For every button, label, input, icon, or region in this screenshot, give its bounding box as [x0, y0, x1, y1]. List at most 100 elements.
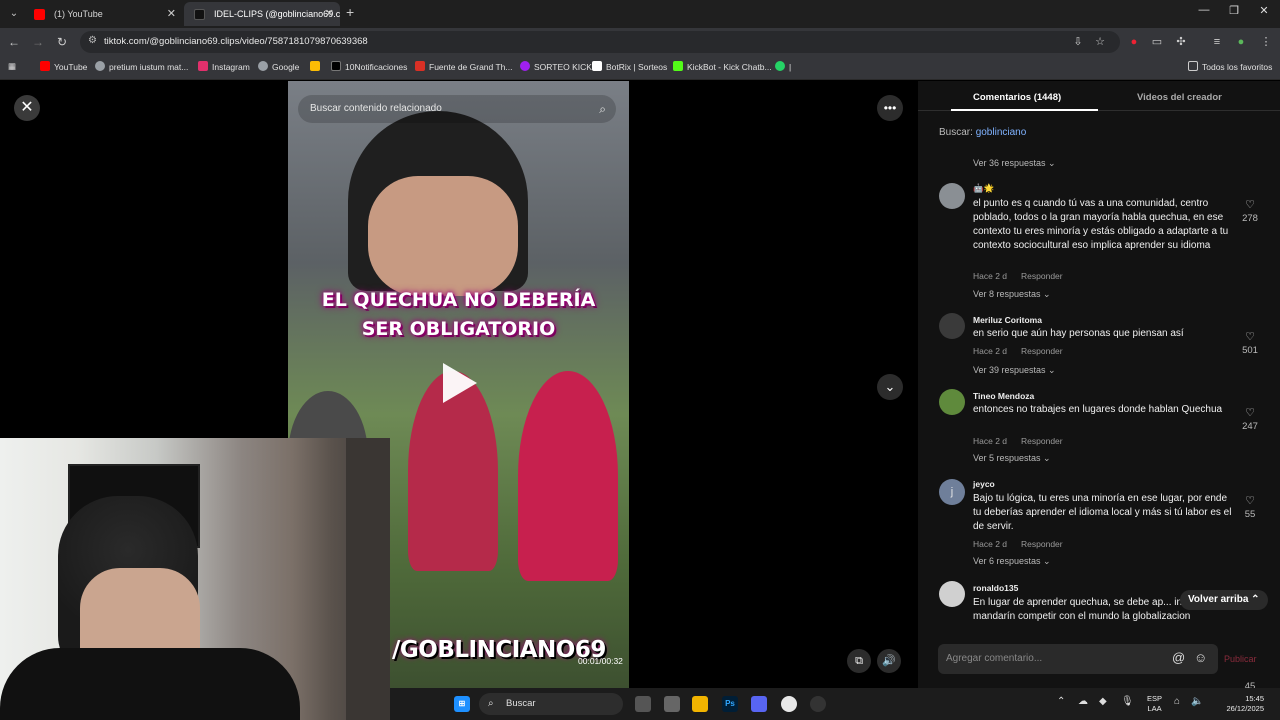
site-info-icon[interactable]: ⚙: [88, 35, 97, 46]
play-icon[interactable]: [443, 363, 477, 403]
comment-username[interactable]: Tineo Mendoza: [973, 391, 1034, 401]
address-bar[interactable]: ⚙ tiktok.com/@goblinciano69.clips/video/…: [80, 31, 1120, 53]
tray-overflow-icon[interactable]: ⌃: [1057, 696, 1065, 707]
view-replies-link[interactable]: Ver 6 respuestas ⌄: [973, 556, 1051, 567]
obs-icon[interactable]: [810, 696, 826, 712]
back-to-top-button[interactable]: Volver arriba ⌃: [1180, 590, 1268, 610]
next-video-chevron-icon[interactable]: ⌄: [877, 374, 903, 400]
like-button[interactable]: 45: [1240, 679, 1260, 688]
tab-youtube[interactable]: (1) YouTube ✕: [24, 2, 182, 26]
profile-avatar-icon[interactable]: ●: [1233, 34, 1249, 50]
window-close-icon[interactable]: ✕: [1256, 4, 1272, 17]
publish-button[interactable]: Publicar: [1224, 654, 1257, 664]
bookmark-star-icon[interactable]: ☆: [1092, 34, 1108, 50]
forward-icon[interactable]: →: [30, 34, 46, 50]
avatar[interactable]: [939, 389, 965, 415]
windows-start-icon[interactable]: ⊞: [454, 696, 470, 712]
tab-comments[interactable]: Comentarios (1448): [973, 92, 1061, 103]
microphone-icon[interactable]: 🎙: [1121, 696, 1134, 707]
comment-username[interactable]: ronaldo135: [973, 583, 1018, 593]
view-replies-link[interactable]: Ver 39 respuestas ⌄: [973, 365, 1056, 376]
security-icon[interactable]: ◆: [1099, 696, 1107, 707]
view-replies-link[interactable]: Ver 36 respuestas ⌄: [973, 158, 1056, 169]
like-button[interactable]: ♡ 247: [1240, 406, 1260, 432]
tab-tiktok[interactable]: IDEL-CLIPS (@goblinciano69.cli ✕: [184, 2, 340, 26]
like-button[interactable]: ♡ 501: [1240, 330, 1260, 356]
bookmark-star[interactable]: [310, 61, 324, 72]
webcam-streamer-body: [0, 648, 300, 720]
close-tab-icon[interactable]: ✕: [325, 2, 334, 26]
discord-icon[interactable]: [751, 696, 767, 712]
heart-icon[interactable]: ♡: [1240, 330, 1260, 343]
bookmark-instagram[interactable]: Instagram: [198, 61, 250, 72]
bookmark-grand-theft[interactable]: Fuente de Grand Th...: [415, 61, 512, 72]
volume-icon[interactable]: 🔈: [1191, 696, 1203, 707]
heart-icon[interactable]: ♡: [1240, 494, 1260, 507]
new-tab-icon[interactable]: +: [346, 4, 354, 20]
heart-icon[interactable]: ♡: [1240, 198, 1260, 211]
bookmark-x[interactable]: 10Notificaciones: [331, 61, 407, 72]
reply-button[interactable]: Responder: [1021, 346, 1063, 356]
reply-button[interactable]: Responder: [1021, 539, 1063, 549]
heart-icon[interactable]: ♡: [1240, 406, 1260, 419]
like-button[interactable]: ♡ 278: [1240, 198, 1260, 224]
search-keyword[interactable]: goblinciano: [976, 127, 1027, 138]
reply-button[interactable]: Responder: [1021, 271, 1063, 281]
tab-creator-videos[interactable]: Videos del creador: [1137, 92, 1222, 103]
more-options-icon[interactable]: •••: [877, 95, 903, 121]
view-replies-link[interactable]: Ver 5 respuestas ⌄: [973, 453, 1051, 464]
all-favorites[interactable]: Todos los favoritos: [1188, 61, 1272, 72]
avatar[interactable]: [939, 183, 965, 209]
menu-kebab-icon[interactable]: ⋮: [1258, 34, 1274, 50]
minimize-icon[interactable]: —: [1196, 4, 1212, 16]
reading-list-icon[interactable]: ≡: [1209, 34, 1225, 50]
comment-username[interactable]: Meriluz Coritoma: [973, 315, 1042, 325]
search-icon[interactable]: ⌕: [599, 95, 606, 123]
onedrive-icon[interactable]: ☁: [1078, 696, 1088, 707]
tab-search-chevron-icon[interactable]: ⌄: [6, 6, 22, 22]
extensions-puzzle-icon[interactable]: ✣: [1173, 34, 1189, 50]
bookmark-kickbot[interactable]: KickBot - Kick Chatb...: [673, 61, 772, 72]
taskbar-search[interactable]: ⌕ Buscar: [479, 693, 623, 715]
close-tab-icon[interactable]: ✕: [167, 2, 176, 26]
view-replies-link[interactable]: Ver 8 respuestas ⌄: [973, 289, 1051, 300]
avatar[interactable]: [939, 313, 965, 339]
tab-strip: ⌄ (1) YouTube ✕ IDEL-CLIPS (@goblinciano…: [0, 0, 1280, 28]
reload-icon[interactable]: ↻: [54, 34, 70, 50]
bookmark-pretium[interactable]: pretium iustum mat...: [95, 61, 188, 72]
bookmark-sorteo-kick[interactable]: SORTEO KICK: [520, 61, 592, 72]
back-icon[interactable]: ←: [6, 34, 22, 50]
extension-icon[interactable]: ▭: [1149, 34, 1165, 50]
volume-icon[interactable]: 🔊: [877, 649, 901, 673]
file-explorer-icon[interactable]: [692, 696, 708, 712]
related-search[interactable]: Buscar: goblinciano: [939, 127, 1026, 138]
bookmark-botrix[interactable]: BotRix | Sorteos: [592, 61, 667, 72]
apps-grid-icon[interactable]: ▦: [8, 61, 16, 72]
avatar[interactable]: j: [939, 479, 965, 505]
video-search-field[interactable]: Buscar contenido relacionado ⌕: [298, 95, 616, 123]
comment-username[interactable]: jeyco: [973, 479, 995, 489]
extension-record-icon[interactable]: ●: [1126, 34, 1142, 50]
app-icon[interactable]: [664, 696, 680, 712]
like-button[interactable]: ♡ 55: [1240, 494, 1260, 520]
bookmark-google[interactable]: Google: [258, 61, 299, 72]
avatar[interactable]: [939, 581, 965, 607]
mention-icon[interactable]: @: [1172, 650, 1185, 665]
language-indicator[interactable]: ESP LAA: [1147, 694, 1162, 714]
chrome-icon[interactable]: [781, 696, 797, 712]
install-app-icon[interactable]: ⇩: [1070, 34, 1086, 50]
comment-username[interactable]: 🤖🌟: [973, 183, 994, 194]
bookmark-youtube[interactable]: YouTube: [40, 61, 87, 72]
emoji-icon[interactable]: ☺: [1194, 650, 1207, 665]
clock[interactable]: 15:45 26/12/2025: [1216, 694, 1264, 714]
close-video-button[interactable]: ✕: [14, 95, 40, 121]
task-view-icon[interactable]: [635, 696, 651, 712]
network-icon[interactable]: ⌂: [1174, 696, 1180, 707]
restore-icon[interactable]: ❐: [1226, 4, 1242, 17]
miniplayer-icon[interactable]: ⧉: [847, 649, 871, 673]
bookmark-whatsapp[interactable]: |: [775, 61, 791, 72]
bookmark-label: 10Notificaciones: [345, 62, 408, 72]
reply-button[interactable]: Responder: [1021, 436, 1063, 446]
add-comment-input[interactable]: Agregar comentario... @ ☺: [938, 644, 1218, 674]
photoshop-icon[interactable]: Ps: [722, 696, 738, 712]
